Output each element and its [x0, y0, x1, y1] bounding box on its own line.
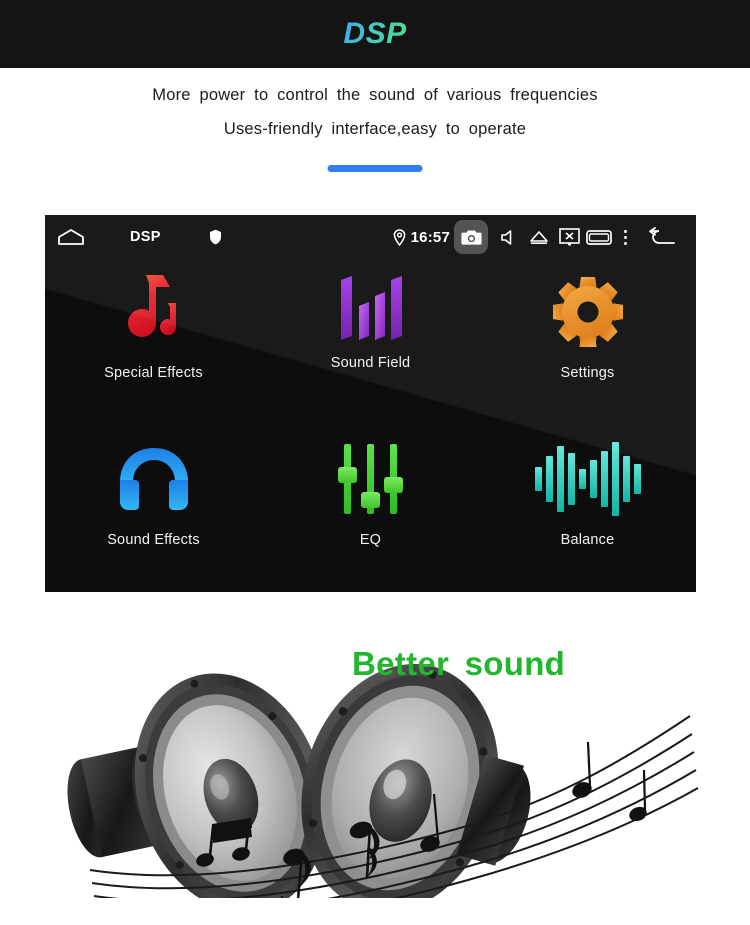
headphones-icon [116, 440, 192, 518]
balance-waveform [534, 441, 641, 516]
recents-icon[interactable] [584, 229, 614, 245]
shield-icon [209, 229, 222, 245]
status-app-title: DSP [130, 229, 161, 245]
hero-section: Better sound [0, 600, 750, 925]
more-vertical-icon[interactable] [614, 229, 636, 245]
hero-title: Better sound [352, 645, 566, 682]
app-label: EQ [359, 531, 382, 548]
status-bar: DSP 16:57 [45, 215, 696, 259]
app-tile-eq[interactable]: EQ [262, 426, 479, 593]
app-tile-sound-effects[interactable]: Sound Effects [45, 426, 262, 593]
app-tile-special-effects[interactable]: Special Effects [45, 259, 262, 426]
subtitle-block: More power to control the sound of vario… [0, 78, 750, 146]
subtitle-line-2: Uses-friendly interface,easy to operate [223, 120, 527, 138]
header-band: DSP [0, 0, 750, 68]
speaker-mute-icon[interactable] [494, 229, 524, 246]
app-label: Special Effects [104, 365, 203, 381]
location-pin-icon [393, 228, 406, 246]
status-right-cluster: 16:57 [393, 220, 696, 254]
app-tile-balance[interactable]: Balance [479, 426, 696, 593]
app-label: Sound Effects [107, 531, 200, 548]
back-arrow-icon[interactable] [636, 227, 686, 247]
equalizer-sliders-icon [337, 440, 403, 518]
eq-sliders [337, 443, 403, 514]
camera-icon[interactable] [454, 220, 488, 254]
app-grid: Special Effects Sound Field Settings Sou… [45, 259, 696, 592]
eq-knob-1 [337, 466, 357, 483]
gear-icon [551, 273, 625, 351]
eject-icon[interactable] [524, 229, 554, 245]
page-title: DSP [343, 17, 407, 50]
device-screen-panel: DSP 16:57 Special Effects Sound Field Se… [45, 215, 696, 592]
eq-knob-2 [360, 491, 380, 508]
app-label: Sound Field [330, 355, 411, 371]
waveform-icon [534, 440, 641, 518]
home-icon[interactable] [57, 228, 85, 246]
music-note-icon [118, 273, 190, 351]
app-tile-settings[interactable]: Settings [479, 259, 696, 426]
sound-field-bars-icon [335, 273, 407, 345]
subtitle-line-1: More power to control the sound of vario… [152, 86, 598, 104]
app-tile-sound-field[interactable]: Sound Field [262, 259, 479, 426]
promo-page: DSP More power to control the sound of v… [0, 0, 750, 925]
status-clock: 16:57 [410, 228, 450, 246]
accent-divider-bar [327, 165, 423, 172]
screen-close-icon[interactable] [554, 228, 584, 246]
app-label: Settings [560, 365, 615, 381]
eq-knob-3 [383, 476, 403, 493]
app-label: Balance [560, 531, 615, 548]
